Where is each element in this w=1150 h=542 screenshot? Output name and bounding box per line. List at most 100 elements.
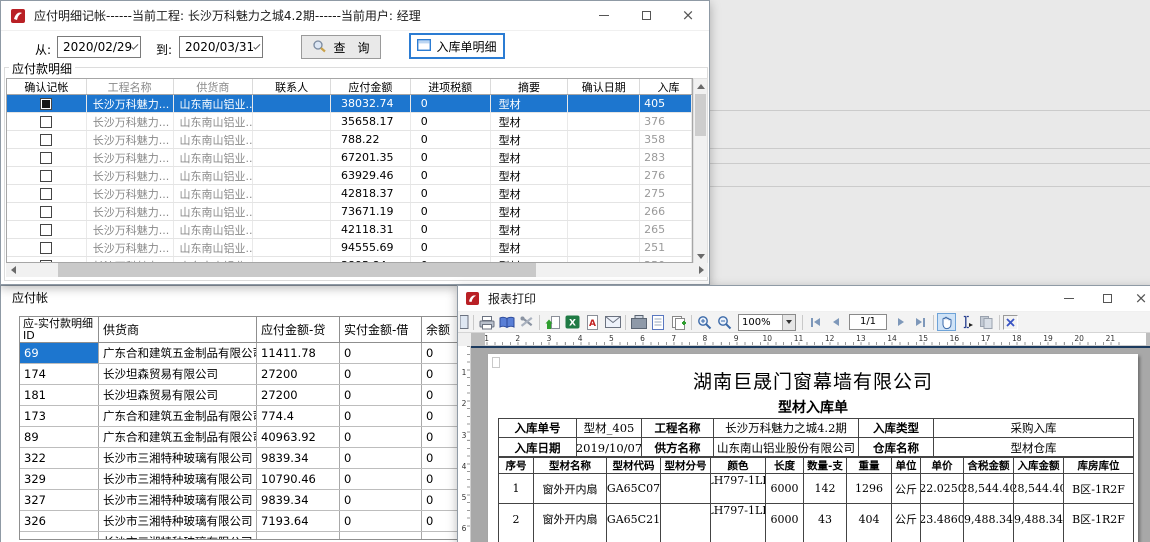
summary-cell[interactable]: 型材: [491, 167, 569, 184]
amount-cell[interactable]: 63929.46: [331, 167, 411, 184]
zoom-in-icon[interactable]: [695, 313, 714, 331]
credit-amount-cell[interactable]: 774.4: [257, 406, 340, 426]
contact-cell[interactable]: [253, 185, 331, 202]
project-cell[interactable]: 长沙万科魅力...: [87, 257, 174, 263]
confirm-checkbox[interactable]: [40, 134, 52, 146]
table-row[interactable]: 329 长沙市三湘特种玻璃有限公司 10790.46 0 0: [20, 469, 458, 490]
amount-cell[interactable]: 788.22: [331, 131, 411, 148]
column-header[interactable]: 供货商: [174, 79, 254, 94]
column-header[interactable]: 联系人: [253, 79, 331, 94]
confirm-date-cell[interactable]: [568, 95, 640, 112]
scroll-right-button[interactable]: [694, 263, 708, 277]
table-row[interactable]: 长沙市三湘特种玻璃有限公司: [20, 532, 458, 540]
checkbox-cell[interactable]: [7, 257, 87, 263]
credit-amount-cell[interactable]: 10790.46: [257, 469, 340, 489]
summary-cell[interactable]: 型材: [491, 113, 569, 130]
multi-page-icon[interactable]: [669, 313, 688, 331]
close-preview-button[interactable]: [1003, 315, 1018, 330]
confirm-date-cell[interactable]: [568, 113, 640, 130]
from-date-select[interactable]: 2020/02/29: [57, 36, 141, 58]
maximize-button[interactable]: [1088, 286, 1126, 311]
next-page-button[interactable]: [891, 313, 910, 331]
column-header[interactable]: 余额: [422, 317, 458, 342]
report-preview-pane[interactable]: 湖南巨晟门窗幕墙有限公司 型材入库单 入库单号 型材_405 工程名称 长沙万科…: [471, 346, 1150, 542]
confirm-checkbox[interactable]: [40, 152, 52, 164]
supplier-cell[interactable]: 山东南山铝业...: [174, 239, 254, 256]
contact-cell[interactable]: [253, 239, 331, 256]
detail-id-cell[interactable]: 69: [20, 343, 99, 363]
export-icon[interactable]: [543, 313, 562, 331]
confirm-checkbox[interactable]: [40, 206, 52, 218]
supplier-cell[interactable]: 山东南山铝业...: [174, 149, 254, 166]
tax-cell[interactable]: 0: [411, 239, 491, 256]
project-cell[interactable]: 长沙万科魅力...: [87, 113, 174, 130]
balance-cell[interactable]: 0: [422, 427, 458, 447]
print-icon[interactable]: [477, 313, 496, 331]
contact-cell[interactable]: [253, 131, 331, 148]
debit-amount-cell[interactable]: [340, 532, 422, 540]
titlebar[interactable]: 报表打印 ×: [458, 286, 1150, 312]
open-report-icon[interactable]: [497, 313, 516, 331]
export-excel-icon[interactable]: X: [563, 313, 582, 331]
amount-cell[interactable]: 67201.35: [331, 149, 411, 166]
last-page-button[interactable]: [911, 313, 930, 331]
confirm-checkbox[interactable]: [40, 224, 52, 236]
detail-id-cell[interactable]: 174: [20, 364, 99, 384]
credit-amount-cell[interactable]: [257, 532, 340, 540]
column-header[interactable]: 工程名称: [87, 79, 174, 94]
inbound-no-cell[interactable]: 251: [640, 239, 692, 256]
table-row[interactable]: 长沙万科魅力... 山东南山铝业... 35658.17 0 型材 376: [7, 113, 692, 131]
debit-amount-cell[interactable]: 0: [340, 343, 422, 363]
checkbox-cell[interactable]: [7, 113, 87, 130]
export-pdf-icon[interactable]: A: [583, 313, 602, 331]
credit-amount-cell[interactable]: 11411.78: [257, 343, 340, 363]
supplier-cell[interactable]: 长沙市三湘特种玻璃有限公司: [99, 532, 257, 540]
scrollbar-thumb[interactable]: [695, 94, 706, 136]
scroll-down-button[interactable]: [694, 249, 707, 263]
table-row[interactable]: 长沙万科魅力... 山东南山铝业... 67201.35 0 型材 283: [7, 149, 692, 167]
checkbox-cell[interactable]: [7, 149, 87, 166]
inbound-detail-button[interactable]: 入库单明细: [409, 33, 505, 59]
credit-amount-cell[interactable]: 40963.92: [257, 427, 340, 447]
project-cell[interactable]: 长沙万科魅力...: [87, 221, 174, 238]
amount-cell[interactable]: 3895.84: [331, 257, 411, 263]
contact-cell[interactable]: [253, 149, 331, 166]
table-row[interactable]: 327 长沙市三湘特种玻璃有限公司 9839.34 0 0: [20, 490, 458, 511]
checkbox-cell[interactable]: [7, 203, 87, 220]
debit-amount-cell[interactable]: 0: [340, 511, 422, 531]
credit-amount-cell[interactable]: 9839.34: [257, 490, 340, 510]
scrollbar-thumb[interactable]: [58, 263, 536, 277]
supplier-cell[interactable]: 山东南山铝业...: [174, 185, 254, 202]
supplier-cell[interactable]: 山东南山铝业...: [174, 221, 254, 238]
checkbox-cell[interactable]: [7, 221, 87, 238]
supplier-cell[interactable]: 长沙坦森贸易有限公司: [99, 385, 257, 405]
detail-id-cell[interactable]: 322: [20, 448, 99, 468]
balance-cell[interactable]: 0: [422, 343, 458, 363]
report-settings-icon[interactable]: [517, 313, 536, 331]
confirm-checkbox[interactable]: [40, 260, 52, 264]
project-cell[interactable]: 长沙万科魅力...: [87, 167, 174, 184]
column-header[interactable]: 入库: [640, 79, 692, 94]
debit-amount-cell[interactable]: 0: [340, 427, 422, 447]
debit-amount-cell[interactable]: 0: [340, 364, 422, 384]
contact-cell[interactable]: [253, 113, 331, 130]
summary-cell[interactable]: 型材: [491, 203, 569, 220]
supplier-cell[interactable]: 长沙市三湘特种玻璃有限公司: [99, 448, 257, 468]
confirm-date-cell[interactable]: [568, 239, 640, 256]
project-cell[interactable]: 长沙万科魅力...: [87, 185, 174, 202]
supplier-cell[interactable]: 山东南山铝业...: [174, 203, 254, 220]
detail-id-cell[interactable]: 181: [20, 385, 99, 405]
tax-cell[interactable]: 0: [411, 95, 491, 112]
balance-cell[interactable]: 0: [422, 385, 458, 405]
supplier-cell[interactable]: 长沙坦森贸易有限公司: [99, 364, 257, 384]
text-select-tool[interactable]: [957, 313, 976, 331]
table-row[interactable]: 长沙万科魅力... 山东南山铝业... 42818.37 0 型材 275: [7, 185, 692, 203]
supplier-cell[interactable]: 山东南山铝业...: [174, 113, 254, 130]
tax-cell[interactable]: 0: [411, 113, 491, 130]
table-row[interactable]: 长沙万科魅力... 山东南山铝业... 3895.84 0 型材 250: [7, 257, 692, 263]
checkbox-cell[interactable]: [7, 131, 87, 148]
supplier-cell[interactable]: 广东合和建筑五金制品有限公司: [99, 427, 257, 447]
table-row[interactable]: 长沙万科魅力... 山东南山铝业... 94555.69 0 型材 251: [7, 239, 692, 257]
supplier-cell[interactable]: 长沙市三湘特种玻璃有限公司: [99, 511, 257, 531]
vertical-scrollbar[interactable]: [693, 78, 708, 264]
